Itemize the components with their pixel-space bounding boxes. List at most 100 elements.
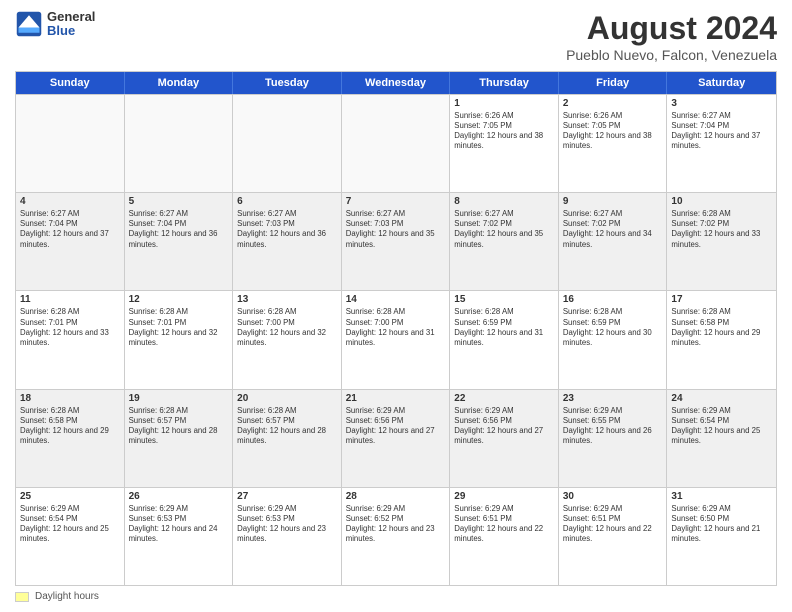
day-number: 16 [563,294,663,305]
day-number: 4 [20,196,120,207]
cell-info: Sunrise: 6:29 AM Sunset: 6:53 PM Dayligh… [237,504,337,545]
calendar-cell: 2Sunrise: 6:26 AM Sunset: 7:05 PM Daylig… [559,95,668,192]
day-number: 9 [563,196,663,207]
calendar-row: 4 Sunrise: 6:27 AM Sunset: 7:04 PM Daylig… [16,192,776,290]
calendar-header-cell: Sunday [16,72,125,94]
logo-text: General Blue [47,10,95,39]
day-number: 12 [129,294,229,305]
day-number: 2 [563,98,663,109]
footer: Daylight hours [15,591,777,602]
calendar-cell: 10 Sunrise: 6:28 AM Sunset: 7:02 PM Dayli… [667,193,776,290]
logo-blue-text: Blue [47,24,95,38]
cell-info: Sunrise: 6:27 AM Sunset: 7:04 PM Dayligh… [671,111,772,152]
calendar-cell: 14Sunrise: 6:28 AM Sunset: 7:00 PM Dayli… [342,291,451,388]
calendar-cell: 24 Sunrise: 6:29 AM Sunset: 6:54 PM Dayli… [667,390,776,487]
cell-info: Sunrise: 6:28 AM Sunset: 7:01 PM Dayligh… [129,307,229,348]
cell-info: Sunrise: 6:28 AM Sunset: 7:01 PM Dayligh… [20,307,120,348]
day-number: 27 [237,491,337,502]
calendar-body: 1 Sunrise: 6:26 AM Sunset: 7:05 PM Daylig… [16,94,776,585]
calendar-cell: 25Sunrise: 6:29 AM Sunset: 6:54 PM Dayli… [16,488,125,585]
cell-info: Sunrise: 6:29 AM Sunset: 6:54 PM Dayligh… [671,406,772,447]
header: General Blue August 2024 Pueblo Nuevo, F… [15,10,777,63]
cell-info: Sunrise: 6:28 AM Sunset: 6:57 PM Dayligh… [237,406,337,447]
day-number: 21 [346,393,446,404]
calendar-cell: 4 Sunrise: 6:27 AM Sunset: 7:04 PM Daylig… [16,193,125,290]
calendar-cell: 3Sunrise: 6:27 AM Sunset: 7:04 PM Daylig… [667,95,776,192]
calendar-cell: 30 Sunrise: 6:29 AM Sunset: 6:51 PM Dayli… [559,488,668,585]
cell-info: Sunrise: 6:26 AM Sunset: 7:05 PM Dayligh… [454,111,554,152]
day-number: 24 [671,393,772,404]
calendar-cell: 5 Sunrise: 6:27 AM Sunset: 7:04 PM Daylig… [125,193,234,290]
day-number: 31 [671,491,772,502]
calendar-cell [342,95,451,192]
cell-info: Sunrise: 6:29 AM Sunset: 6:51 PM Dayligh… [563,504,663,545]
calendar-cell: 11 Sunrise: 6:28 AM Sunset: 7:01 PM Dayli… [16,291,125,388]
cell-info: Sunrise: 6:29 AM Sunset: 6:50 PM Dayligh… [671,504,772,545]
cell-info: Sunrise: 6:28 AM Sunset: 6:59 PM Dayligh… [454,307,554,348]
cell-info: Sunrise: 6:29 AM Sunset: 6:51 PM Dayligh… [454,504,554,545]
day-number: 18 [20,393,120,404]
calendar-cell: 23 Sunrise: 6:29 AM Sunset: 6:55 PM Dayli… [559,390,668,487]
calendar-header: SundayMondayTuesdayWednesdayThursdayFrid… [16,72,776,94]
calendar-cell: 1 Sunrise: 6:26 AM Sunset: 7:05 PM Daylig… [450,95,559,192]
calendar-row: 25Sunrise: 6:29 AM Sunset: 6:54 PM Dayli… [16,487,776,585]
day-number: 11 [20,294,120,305]
calendar-cell: 16Sunrise: 6:28 AM Sunset: 6:59 PM Dayli… [559,291,668,388]
calendar-header-cell: Friday [559,72,668,94]
calendar-cell: 17Sunrise: 6:28 AM Sunset: 6:58 PM Dayli… [667,291,776,388]
page-title: August 2024 [566,10,777,47]
day-number: 1 [454,98,554,109]
day-number: 13 [237,294,337,305]
cell-info: Sunrise: 6:28 AM Sunset: 6:58 PM Dayligh… [671,307,772,348]
calendar-cell [125,95,234,192]
day-number: 6 [237,196,337,207]
day-number: 29 [454,491,554,502]
day-number: 8 [454,196,554,207]
day-number: 26 [129,491,229,502]
day-number: 28 [346,491,446,502]
cell-info: Sunrise: 6:29 AM Sunset: 6:56 PM Dayligh… [454,406,554,447]
day-number: 20 [237,393,337,404]
day-number: 15 [454,294,554,305]
day-number: 14 [346,294,446,305]
cell-info: Sunrise: 6:28 AM Sunset: 6:58 PM Dayligh… [20,406,120,447]
logo-general-text: General [47,10,95,24]
day-number: 30 [563,491,663,502]
calendar-cell: 7 Sunrise: 6:27 AM Sunset: 7:03 PM Daylig… [342,193,451,290]
cell-info: Sunrise: 6:27 AM Sunset: 7:04 PM Dayligh… [129,209,229,250]
cell-info: Sunrise: 6:29 AM Sunset: 6:53 PM Dayligh… [129,504,229,545]
calendar-header-cell: Thursday [450,72,559,94]
calendar-row: 18 Sunrise: 6:28 AM Sunset: 6:58 PM Dayli… [16,389,776,487]
calendar: SundayMondayTuesdayWednesdayThursdayFrid… [15,71,777,586]
calendar-cell: 29 Sunrise: 6:29 AM Sunset: 6:51 PM Dayli… [450,488,559,585]
calendar-cell: 27 Sunrise: 6:29 AM Sunset: 6:53 PM Dayli… [233,488,342,585]
calendar-cell: 22 Sunrise: 6:29 AM Sunset: 6:56 PM Dayli… [450,390,559,487]
calendar-cell: 8Sunrise: 6:27 AM Sunset: 7:02 PM Daylig… [450,193,559,290]
day-number: 23 [563,393,663,404]
day-number: 19 [129,393,229,404]
calendar-header-cell: Monday [125,72,234,94]
cell-info: Sunrise: 6:29 AM Sunset: 6:55 PM Dayligh… [563,406,663,447]
day-number: 7 [346,196,446,207]
calendar-cell: 15 Sunrise: 6:28 AM Sunset: 6:59 PM Dayli… [450,291,559,388]
cell-info: Sunrise: 6:28 AM Sunset: 7:02 PM Dayligh… [671,209,772,250]
calendar-cell [233,95,342,192]
calendar-cell: 31 Sunrise: 6:29 AM Sunset: 6:50 PM Dayli… [667,488,776,585]
calendar-header-cell: Wednesday [342,72,451,94]
calendar-row: 1 Sunrise: 6:26 AM Sunset: 7:05 PM Daylig… [16,94,776,192]
cell-info: Sunrise: 6:27 AM Sunset: 7:04 PM Dayligh… [20,209,120,250]
cell-info: Sunrise: 6:27 AM Sunset: 7:03 PM Dayligh… [237,209,337,250]
daylight-label: Daylight hours [35,591,99,602]
cell-info: Sunrise: 6:29 AM Sunset: 6:52 PM Dayligh… [346,504,446,545]
calendar-header-cell: Saturday [667,72,776,94]
title-block: August 2024 Pueblo Nuevo, Falcon, Venezu… [566,10,777,63]
calendar-header-cell: Tuesday [233,72,342,94]
day-number: 5 [129,196,229,207]
page-subtitle: Pueblo Nuevo, Falcon, Venezuela [566,47,777,63]
cell-info: Sunrise: 6:29 AM Sunset: 6:56 PM Dayligh… [346,406,446,447]
cell-info: Sunrise: 6:29 AM Sunset: 6:54 PM Dayligh… [20,504,120,545]
calendar-row: 11 Sunrise: 6:28 AM Sunset: 7:01 PM Dayli… [16,290,776,388]
cell-info: Sunrise: 6:27 AM Sunset: 7:03 PM Dayligh… [346,209,446,250]
day-number: 22 [454,393,554,404]
day-number: 10 [671,196,772,207]
